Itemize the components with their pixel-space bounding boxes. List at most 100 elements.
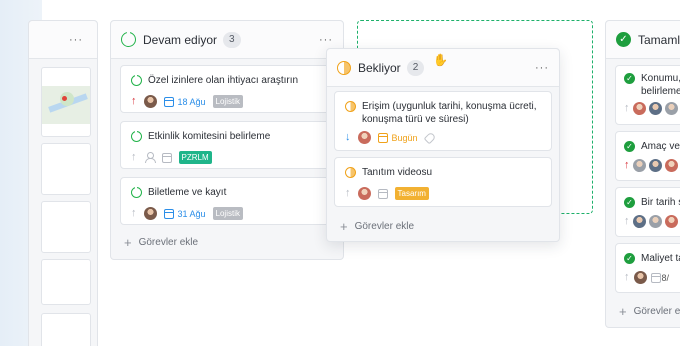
column-header: Devam ediyor 3 ··· <box>111 21 343 59</box>
due-date[interactable]: 31 Ağu <box>178 209 206 219</box>
task-card[interactable]: Özel izinlere olan ihtiyacı araştırın ↑ … <box>120 65 335 113</box>
card-placeholder[interactable] <box>41 313 91 346</box>
avatar[interactable] <box>648 215 662 228</box>
calendar-icon[interactable] <box>377 132 388 143</box>
tag-label[interactable]: Tasarım <box>394 187 429 200</box>
task-card[interactable]: ✓ Konumu, v belirleme ↑ <box>615 65 680 125</box>
avatar[interactable] <box>632 215 646 228</box>
check-circle-icon: ✓ <box>616 32 631 47</box>
task-title: Biletleme ve kayıt <box>148 187 227 198</box>
column-menu-button[interactable]: ··· <box>319 34 333 46</box>
avatar[interactable] <box>357 187 371 200</box>
calendar-icon[interactable] <box>377 188 388 199</box>
check-circle-icon: ✓ <box>624 73 635 84</box>
avatar[interactable] <box>664 159 678 172</box>
plus-icon: + <box>340 219 348 234</box>
add-task-label: Görevler ekle <box>138 237 199 248</box>
check-circle-icon: ✓ <box>624 253 635 264</box>
map-thumbnail <box>42 86 90 124</box>
task-title: Erişim (uygunluk tarihi, konuşma ücreti,… <box>362 101 537 125</box>
priority-high-icon[interactable]: ↑ <box>624 160 630 171</box>
task-title: Maliyet ta <box>641 253 680 264</box>
priority-icon[interactable]: ↑ <box>624 216 630 227</box>
in-progress-icon <box>121 30 136 47</box>
map-card[interactable] <box>41 67 91 137</box>
task-card[interactable]: Tanıtım videosu ↑ Tasarım <box>334 157 552 207</box>
avatar[interactable] <box>648 102 662 115</box>
calendar-icon[interactable] <box>161 152 172 163</box>
column-title: Bekliyor <box>358 60 401 75</box>
task-title: Tanıtım videosu <box>362 167 433 178</box>
assignee-icon[interactable] <box>144 152 156 163</box>
task-card[interactable]: Biletleme ve kayıt ↑ 31 Ağu Lojistik <box>120 177 335 225</box>
in-progress-icon <box>131 74 142 86</box>
waiting-icon <box>345 101 356 112</box>
in-progress-icon <box>131 186 142 198</box>
tag-label[interactable]: Lojistik <box>212 207 243 220</box>
add-task-button[interactable]: + Görevler ekle <box>619 304 680 319</box>
task-card[interactable]: ✓ Bir tarih se ↑ <box>615 187 680 237</box>
in-progress-icon <box>131 130 142 142</box>
plus-icon: + <box>619 304 627 319</box>
column-previous: ··· <box>28 20 98 346</box>
tag-icon[interactable] <box>423 131 436 144</box>
column-header: ··· <box>29 21 97 59</box>
priority-icon[interactable]: ↑ <box>624 103 630 114</box>
column-menu-button[interactable]: ··· <box>69 34 83 46</box>
avatar[interactable] <box>632 159 646 172</box>
priority-low-icon[interactable]: ↓ <box>345 132 351 143</box>
column-count-badge: 3 <box>223 31 241 48</box>
calendar-icon[interactable] <box>163 208 174 219</box>
task-title: Konumu, v belirleme <box>641 73 680 97</box>
avatar[interactable] <box>143 207 157 220</box>
card-placeholder[interactable] <box>41 259 91 305</box>
task-card[interactable]: Etkinlik komitesini belirleme ↑ PZRLM <box>120 121 335 169</box>
avatar[interactable] <box>664 215 678 228</box>
calendar-icon[interactable] <box>163 96 174 107</box>
check-circle-icon: ✓ <box>624 197 635 208</box>
add-task-button[interactable]: + Görevler ekle <box>340 219 414 234</box>
card-placeholder[interactable] <box>41 201 91 253</box>
priority-icon[interactable]: ↑ <box>624 272 630 283</box>
column-title: Tamamlan <box>638 32 680 47</box>
task-card[interactable]: ✓ Amaç ve h ↑ <box>615 131 680 181</box>
column-title: Devam ediyor <box>143 32 218 47</box>
calendar-icon[interactable] <box>650 272 661 283</box>
column-menu-button[interactable]: ··· <box>535 62 549 74</box>
priority-high-icon[interactable]: ↑ <box>131 96 137 107</box>
tag-label[interactable]: Lojistik <box>212 95 243 108</box>
plus-icon: + <box>124 235 132 250</box>
column-header: ✓ Tamamlan <box>606 21 680 59</box>
avatar[interactable] <box>357 131 371 144</box>
tag-label[interactable]: PZRLM <box>178 151 212 164</box>
avatar[interactable] <box>648 159 662 172</box>
task-title: Amaç ve h <box>641 141 680 152</box>
avatar[interactable] <box>664 102 678 115</box>
due-date[interactable]: 8/ <box>662 273 670 283</box>
grab-cursor-icon: ✋ <box>433 53 448 67</box>
add-task-label: Görevler ekle <box>633 306 680 317</box>
add-task-button[interactable]: + Görevler ekle <box>124 235 198 250</box>
add-task-label: Görevler ekle <box>354 221 415 232</box>
column-count-badge: 2 <box>406 59 425 76</box>
column-waiting-dragging[interactable]: Bekliyor 2 ··· Erişim (uygunluk tarihi, … <box>326 48 560 242</box>
check-circle-icon: ✓ <box>624 141 635 152</box>
column-done: ✓ Tamamlan ✓ Konumu, v belirleme ↑ ✓ Ama… <box>605 20 680 328</box>
due-date[interactable]: 18 Ağu <box>178 97 206 107</box>
task-card[interactable]: ✓ Maliyet ta ↑ 8/ <box>615 243 680 293</box>
avatar[interactable] <box>633 271 647 284</box>
column-in-progress: Devam ediyor 3 ··· Özel izinlere olan ih… <box>110 20 344 260</box>
task-card[interactable]: Erişim (uygunluk tarihi, konuşma ücreti,… <box>334 91 552 151</box>
due-date[interactable]: Bugün <box>392 133 418 143</box>
avatar[interactable] <box>632 102 646 115</box>
card-placeholder[interactable] <box>41 143 91 195</box>
task-title: Bir tarih se <box>641 197 680 208</box>
task-title: Özel izinlere olan ihtiyacı araştırın <box>148 75 299 86</box>
waiting-icon <box>345 167 356 178</box>
priority-icon[interactable]: ↑ <box>345 188 351 199</box>
avatar[interactable] <box>143 95 157 108</box>
task-title: Etkinlik komitesini belirleme <box>148 131 271 142</box>
priority-icon[interactable]: ↑ <box>131 208 137 219</box>
waiting-icon <box>337 60 351 75</box>
priority-icon[interactable]: ↑ <box>131 152 137 163</box>
